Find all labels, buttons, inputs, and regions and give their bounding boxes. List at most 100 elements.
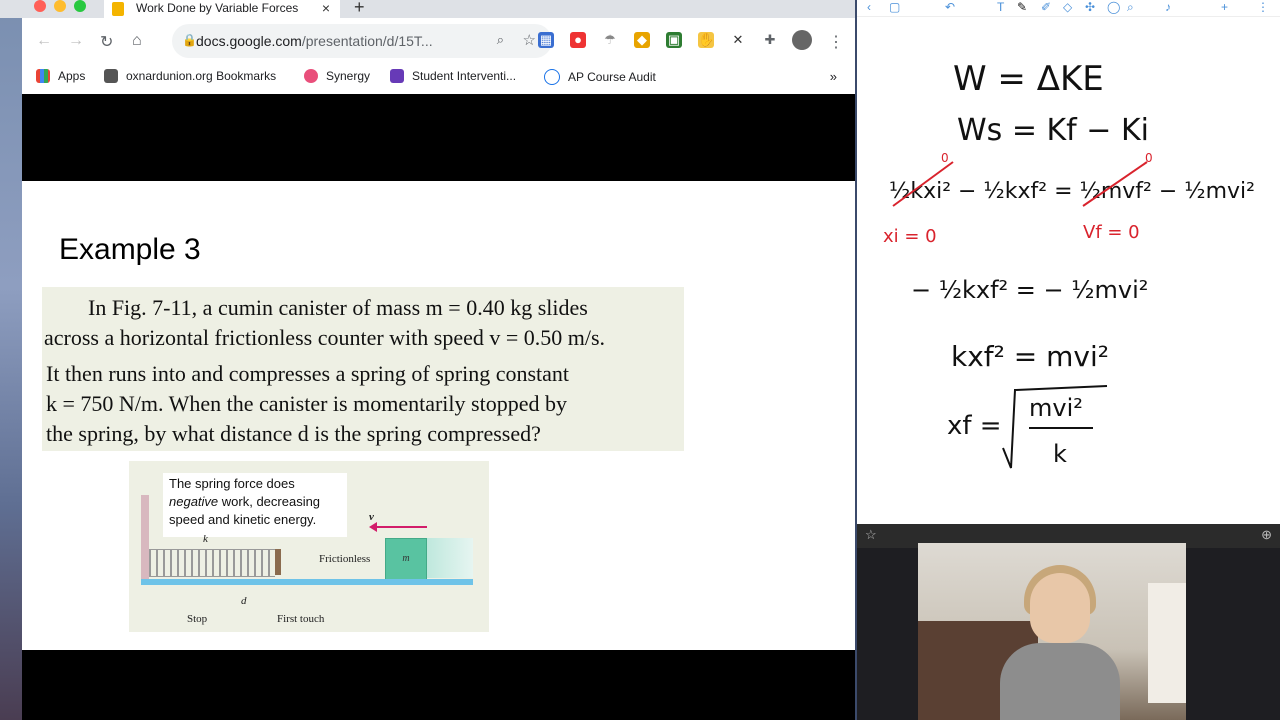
lasso-icon[interactable]: ✣	[1085, 0, 1095, 14]
close-window-button[interactable]	[34, 0, 46, 12]
extension-screencastify-icon[interactable]: ●	[570, 32, 586, 48]
problem-line: across a horizontal frictionless counter…	[44, 325, 606, 350]
note-final-velocity: Vf = 0	[1083, 222, 1140, 243]
problem-line: In Fig. 7-11, a cumin canister of mass m…	[88, 295, 588, 320]
minimize-window-button[interactable]	[54, 0, 66, 12]
tab-strip: Work Done by Variable Forces × +	[0, 0, 855, 18]
caption-emphasis: negative	[169, 494, 219, 509]
microphone-icon[interactable]: ♪	[1165, 0, 1171, 14]
problem-text-image: In Fig. 7-11, a cumin canister of mass m…	[42, 287, 684, 451]
extension-shield-icon[interactable]: ◆	[634, 32, 650, 48]
caption-text: work, decreasing	[218, 494, 321, 509]
mute-tab-icon[interactable]: ✕	[730, 32, 746, 48]
canister-block: m	[385, 538, 427, 580]
tab-close-icon[interactable]: ×	[322, 0, 330, 16]
home-icon[interactable]: ⌂	[132, 32, 142, 50]
maximize-window-button[interactable]	[74, 0, 86, 12]
active-tab[interactable]: Work Done by Variable Forces ×	[104, 0, 340, 18]
spring-constant-label: k	[203, 533, 208, 545]
extension-thumb-icon[interactable]: ✋	[698, 32, 714, 48]
bookmark-apps[interactable]: Apps	[36, 69, 85, 83]
bookmark-star-icon[interactable]: ☆	[523, 31, 536, 49]
presentation-letterbox-bottom	[22, 650, 855, 720]
more-icon[interactable]: ⋮	[1257, 0, 1269, 14]
search-icon[interactable]: ⌕	[1127, 0, 1134, 15]
webcam-presenter-body	[1000, 643, 1120, 720]
compression-distance-label: d	[241, 595, 247, 607]
webcam-window-light	[1148, 583, 1186, 703]
extensions-puzzle-icon[interactable]: ✚	[762, 32, 778, 48]
spring-figure: The spring force does negative work, dec…	[129, 461, 489, 632]
browser-toolbar: ← → ↻ ⌂ 🔒 docs.google.com/presentation/d…	[22, 18, 855, 64]
notes-app-window: ‹ ▢ ↶ T ✎ ✐ ◇ ✣ ◯ ⌕ ♪ + ⋮ W = ΔKE Ws = K…	[857, 0, 1280, 548]
bookmark-synergy[interactable]: Synergy	[304, 69, 370, 83]
extension-grid-icon[interactable]: ▦	[538, 32, 554, 48]
motion-trail	[427, 538, 473, 578]
extension-green-icon[interactable]: ▣	[666, 32, 682, 48]
ap-shield-icon	[544, 69, 560, 85]
caption-line: The spring force does	[169, 476, 295, 491]
presentation-letterbox-top	[22, 94, 855, 181]
spring	[149, 549, 275, 577]
red-zero: 0	[941, 151, 949, 165]
shapes-icon[interactable]: ◯	[1107, 0, 1120, 14]
menu-kebab-icon[interactable]: ⋮	[828, 32, 844, 52]
wall	[141, 495, 149, 585]
bookmark-student-intervention[interactable]: Student Interventi...	[390, 69, 516, 83]
profile-avatar[interactable]	[792, 30, 812, 50]
note-line: − ½kxf² = − ½mvi²	[911, 276, 1148, 304]
apps-grid-icon	[36, 69, 50, 83]
synergy-icon	[304, 69, 318, 83]
extension-mote-icon[interactable]: ☂	[602, 32, 618, 48]
pen-tool-icon[interactable]: ✎	[1017, 0, 1027, 14]
back-chevron-icon[interactable]: ‹	[867, 0, 871, 14]
lock-icon: 🔒	[182, 33, 197, 47]
eraser-icon[interactable]: ◇	[1063, 0, 1072, 14]
caption-line: speed and kinetic energy.	[169, 512, 317, 527]
note-line: W = ΔKE	[953, 59, 1104, 99]
add-page-icon[interactable]: +	[1221, 0, 1228, 14]
problem-line: k = 750 N/m. When the canister is moment…	[46, 391, 567, 416]
favorite-star-icon[interactable]: ☆	[865, 527, 877, 543]
bookmark-ap-course-audit[interactable]: AP Course Audit	[544, 69, 656, 85]
webcam-presenter-face	[1030, 573, 1090, 643]
bookmark-oxnardunion[interactable]: oxnardunion.org Bookmarks	[104, 69, 276, 83]
handwritten-notes-canvas: W = ΔKE Ws = Kf − Ki ½kxi² − ½kxf² = ½mv…	[883, 59, 1255, 469]
address-bar[interactable]: 🔒 docs.google.com/presentation/d/15T... …	[172, 24, 552, 58]
back-icon[interactable]: ←	[36, 32, 52, 50]
stop-label: Stop	[187, 613, 208, 625]
frictionless-label: Frictionless	[319, 553, 371, 565]
caption-line-2: negative work, decreasing	[169, 493, 341, 511]
bookmarks-overflow-icon[interactable]: »	[830, 69, 837, 84]
slide: Example 3 In Fig. 7-11, a cumin canister…	[22, 181, 855, 650]
velocity-label: v	[369, 511, 374, 523]
text-tool-icon[interactable]: T	[997, 0, 1004, 14]
slide-title: Example 3	[59, 233, 201, 266]
url-domain: docs.google.com	[196, 33, 302, 49]
velocity-arrow	[369, 522, 427, 532]
bookmark-label: oxnardunion.org Bookmarks	[126, 69, 277, 83]
note-line: Ws = Kf − Ki	[957, 113, 1149, 148]
zoom-search-icon[interactable]: ⌕	[497, 32, 504, 48]
bookmark-label: AP Course Audit	[568, 70, 656, 84]
tab-title: Work Done by Variable Forces	[136, 1, 299, 15]
webcam-feed	[918, 543, 1186, 720]
bookmark-label: Synergy	[326, 69, 371, 83]
note-initial-position: xi = 0	[883, 226, 937, 247]
undo-icon[interactable]: ↶	[945, 0, 955, 14]
folder-icon	[104, 69, 118, 83]
forms-icon	[390, 69, 404, 83]
note-denominator: k	[1053, 440, 1067, 468]
forward-icon[interactable]: →	[68, 32, 84, 50]
url-path: /presentation/d/15T...	[301, 33, 433, 49]
pages-icon[interactable]: ▢	[889, 0, 900, 14]
url-text: docs.google.com/presentation/d/15T...	[196, 33, 433, 49]
highlighter-icon[interactable]: ✐	[1041, 0, 1051, 14]
spring-end-cap	[275, 549, 281, 575]
new-tab-button[interactable]: +	[354, 0, 365, 18]
zoom-icon[interactable]: ⊕	[1261, 527, 1272, 543]
counter-surface	[141, 579, 473, 585]
reload-icon[interactable]: ↻	[100, 32, 113, 52]
first-touch-label: First touch	[277, 613, 325, 625]
notes-toolbar: ‹ ▢ ↶ T ✎ ✐ ◇ ✣ ◯ ⌕ ♪ + ⋮	[857, 0, 1280, 17]
